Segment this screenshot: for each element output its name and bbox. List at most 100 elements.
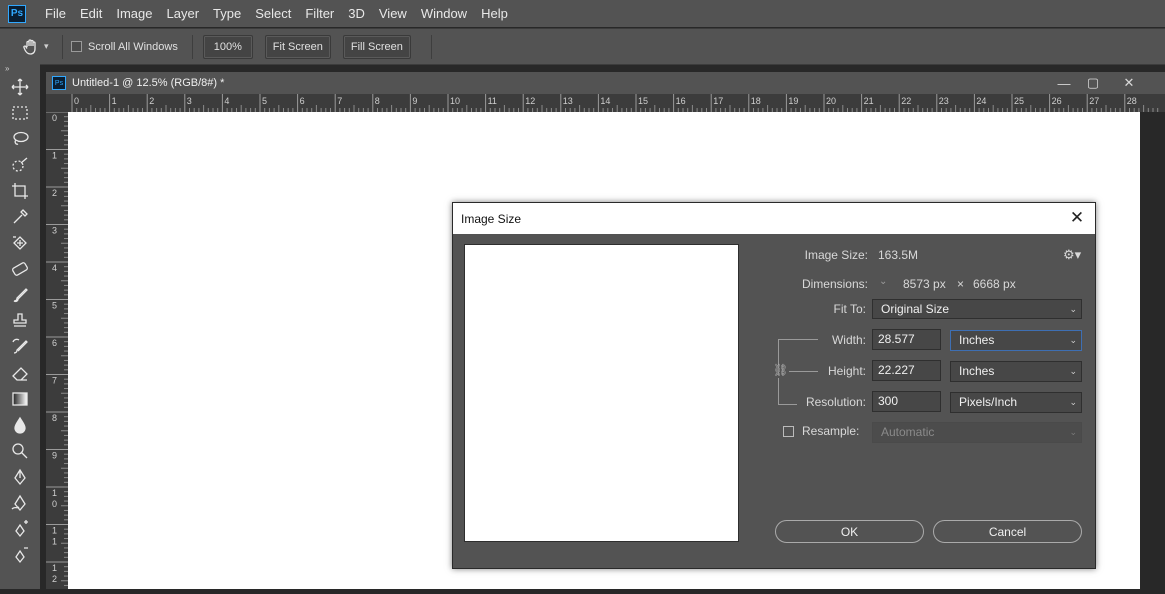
ruler-label: 5 [262, 96, 267, 106]
history-brush-icon[interactable] [0, 334, 40, 360]
resample-select[interactable]: Automatic ⌄ [872, 422, 1082, 443]
crop-icon[interactable] [0, 178, 40, 204]
ruler-label: 2 [149, 96, 154, 106]
divider [62, 34, 63, 59]
pen-icon[interactable] [0, 464, 40, 490]
dodge-icon[interactable] [0, 438, 40, 464]
tool-preset-chevron-down-icon[interactable]: ▾ [44, 41, 54, 52]
ruler-label: 1 [52, 563, 57, 573]
image-size-value: 163.5M [878, 248, 919, 262]
menu-window[interactable]: Window [414, 0, 474, 27]
dimension-width-px: 8573 px [903, 277, 946, 291]
eraser-icon[interactable] [0, 360, 40, 386]
ok-button[interactable]: OK [775, 520, 924, 543]
collapse-panel-icon[interactable]: » [0, 64, 40, 74]
resolution-unit-value: Pixels/Inch [959, 395, 1018, 409]
ruler-label: 22 [901, 96, 911, 106]
fit-screen-button[interactable]: Fit Screen [264, 34, 331, 59]
vertical-ruler[interactable]: 0123456789101112 [46, 111, 68, 591]
eyedropper-icon[interactable] [0, 204, 40, 230]
chevron-down-icon: ⌄ [1069, 335, 1077, 345]
menu-file[interactable]: File [38, 0, 73, 27]
hand-icon[interactable] [20, 36, 42, 58]
ruler-label: 14 [600, 96, 610, 106]
maximize-icon[interactable]: ▢ [1078, 72, 1108, 94]
ruler-label: 15 [638, 96, 648, 106]
dimension-times: × [957, 277, 965, 291]
dialog-close-icon[interactable]: ✕ [1067, 208, 1087, 228]
divider [191, 34, 193, 59]
fit-to-select[interactable]: Original Size ⌄ [872, 299, 1082, 319]
menu-select[interactable]: Select [248, 0, 298, 27]
resolution-unit-select[interactable]: Pixels/Inch ⌄ [950, 392, 1082, 413]
ruler-label: 18 [751, 96, 761, 106]
height-label: Height: [827, 364, 866, 378]
gear-icon[interactable]: ⚙▾ [1063, 247, 1081, 263]
ruler-label: 6 [300, 96, 305, 106]
cancel-button[interactable]: Cancel [933, 520, 1082, 543]
ruler-label: 17 [713, 96, 723, 106]
lasso-icon[interactable] [0, 126, 40, 152]
menu-help[interactable]: Help [474, 0, 515, 27]
delete-anchor-icon[interactable] [0, 542, 40, 568]
ruler-label: 3 [52, 226, 57, 236]
quick-select-icon[interactable] [0, 152, 40, 178]
ruler-label: 7 [52, 376, 57, 386]
ruler-label: 28 [1127, 96, 1137, 106]
zoom-100-button[interactable]: 100% [202, 34, 253, 59]
ruler-label: 9 [52, 451, 57, 461]
close-icon[interactable]: ✕ [1114, 72, 1144, 94]
image-preview[interactable] [464, 244, 739, 542]
blur-icon[interactable] [0, 412, 40, 438]
menu-edit[interactable]: Edit [73, 0, 109, 27]
stamp-icon[interactable] [0, 308, 40, 334]
menu-3d[interactable]: 3D [341, 0, 372, 27]
resample-checkbox[interactable] [783, 426, 794, 437]
scroll-all-windows-checkbox[interactable] [71, 41, 82, 52]
minimize-icon[interactable]: — [1049, 72, 1079, 94]
menu-filter[interactable]: Filter [298, 0, 341, 27]
menu-image[interactable]: Image [109, 0, 159, 27]
gradient-icon[interactable] [0, 386, 40, 412]
add-anchor-icon[interactable] [0, 516, 40, 542]
menu-view[interactable]: View [372, 0, 414, 27]
ruler-label: 7 [337, 96, 342, 106]
document-tab[interactable]: Ps Untitled-1 @ 12.5% (RGB/8#) * [46, 72, 1165, 94]
ruler-label: 10 [450, 96, 460, 106]
ruler-label: 2 [52, 188, 57, 198]
menu-layer[interactable]: Layer [160, 0, 207, 27]
freeform-pen-icon[interactable] [0, 490, 40, 516]
ruler-label: 27 [1089, 96, 1099, 106]
ruler-label: 0 [52, 113, 57, 123]
fit-to-label: Fit To: [833, 302, 866, 316]
ruler-label: 23 [939, 96, 949, 106]
resolution-input[interactable]: 300 [872, 391, 941, 412]
healing-brush-icon[interactable] [0, 230, 40, 256]
document-ps-icon: Ps [52, 76, 66, 90]
document-title: Untitled-1 @ 12.5% (RGB/8#) * [72, 77, 225, 89]
ruler-label: 26 [1052, 96, 1062, 106]
ruler-label: 19 [788, 96, 798, 106]
scroll-all-windows-label: Scroll All Windows [88, 40, 178, 53]
resolution-label: Resolution: [805, 395, 866, 409]
fill-screen-button[interactable]: Fill Screen [342, 34, 411, 59]
link-chain-icon[interactable]: ⛓ [773, 363, 788, 377]
move-icon[interactable] [0, 74, 40, 100]
ruler-label: 8 [52, 413, 57, 423]
width-input[interactable]: 28.577 [872, 329, 941, 350]
image-size-dialog: Image Size ✕ Image Size: 163.5M ⚙▾ Dimen… [452, 202, 1096, 569]
height-input[interactable]: 22.227 [872, 360, 941, 381]
dialog-title-bar[interactable]: Image Size ✕ [453, 203, 1095, 234]
marquee-icon[interactable] [0, 100, 40, 126]
dimensions-chevron-down-icon[interactable]: ⌄ [879, 276, 887, 287]
menu-type[interactable]: Type [206, 0, 248, 27]
ruler-corner [46, 94, 68, 112]
ruler-label: 21 [864, 96, 874, 106]
patch-icon[interactable] [0, 256, 40, 282]
ruler-label: 1 [52, 537, 57, 547]
height-unit-select[interactable]: Inches ⌄ [950, 361, 1082, 382]
width-unit-select[interactable]: Inches ⌄ [950, 330, 1082, 351]
ruler-label: 0 [52, 499, 57, 509]
horizontal-ruler[interactable]: 0 1 2 3 4 5 6 7 8 9 10 11 12 13 14 15 16 17 18 19 20 21 22 23 24… [68, 94, 1165, 112]
brush-icon[interactable] [0, 282, 40, 308]
